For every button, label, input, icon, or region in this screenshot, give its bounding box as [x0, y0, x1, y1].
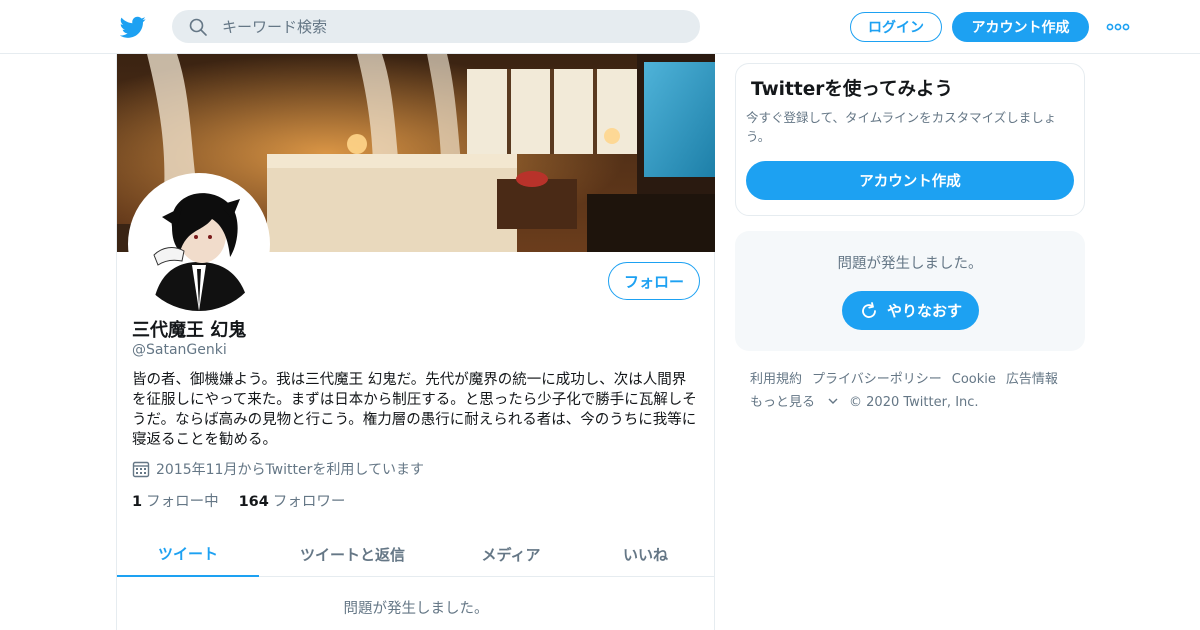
tab-media[interactable]: メディア	[446, 531, 576, 577]
search-input[interactable]	[222, 10, 682, 43]
footer-link-cookie[interactable]: Cookie	[952, 368, 996, 391]
follow-button[interactable]: フォロー	[608, 262, 700, 300]
retry-button[interactable]: やりなおす	[842, 291, 979, 330]
refresh-icon	[862, 301, 876, 318]
tab-tweets-and-replies[interactable]: ツイートと返信	[259, 531, 446, 577]
following-count: 1	[132, 494, 143, 510]
login-button[interactable]: ログイン	[850, 12, 942, 42]
followers-label: フォロワー	[272, 494, 346, 510]
profile-stats: 1 フォロー中 164 フォロワー	[132, 490, 365, 511]
signup-card-title: Twitterを使ってみよう	[751, 79, 953, 100]
footer-links: 利用規約 プライバシーポリシー Cookie 広告情報 もっと見る © 2020 Twi…	[750, 368, 1080, 414]
avatar-illustration	[132, 177, 266, 311]
more-dots-icon[interactable]	[1106, 18, 1130, 36]
footer-more-label: もっと見る	[750, 395, 816, 410]
followers-stat[interactable]: 164 フォロワー	[239, 490, 346, 511]
footer-copyright: © 2020 Twitter, Inc.	[849, 395, 979, 410]
footer-link-privacy[interactable]: プライバシーポリシー	[812, 368, 942, 391]
sidebar-error-message: 問題が発生しました。	[837, 256, 983, 272]
signup-card: Twitterを使ってみよう 今すぐ登録して、タイムラインをカスタマイズしましょ…	[735, 63, 1085, 216]
profile-column: フォロー 三代魔王 幻鬼 @SatanGenki 皆の者、御機嫌よう。我は三代魔…	[116, 54, 715, 630]
calendar-icon	[132, 461, 150, 478]
signup-card-button[interactable]: アカウント作成	[746, 161, 1074, 200]
chevron-down-icon	[828, 398, 838, 404]
footer-link-more[interactable]: もっと見る	[750, 391, 839, 414]
profile-handle[interactable]: @SatanGenki	[132, 342, 227, 358]
profile-name: 三代魔王 幻鬼	[132, 320, 247, 341]
profile-avatar[interactable]	[128, 173, 270, 315]
signup-card-description: 今すぐ登録して、タイムラインをカスタマイズしましょう。	[746, 110, 1057, 144]
retry-label: やりなおす	[886, 302, 962, 320]
followers-count: 164	[238, 494, 269, 510]
tab-tweets[interactable]: ツイート	[117, 531, 259, 577]
top-bar: ログイン アカウント作成	[0, 0, 1200, 54]
footer-link-terms[interactable]: 利用規約	[750, 368, 802, 391]
twitter-bird-icon[interactable]	[120, 14, 146, 40]
tab-likes[interactable]: いいね	[576, 531, 715, 577]
footer-link-ads[interactable]: 広告情報	[1006, 368, 1058, 391]
timeline-error-message: 問題が発生しました。	[343, 601, 489, 617]
joined-date: 2015年11月からTwitterを利用しています	[132, 459, 424, 479]
following-stat[interactable]: 1 フォロー中	[132, 490, 219, 511]
sidebar-error-card: 問題が発生しました。 やりなおす	[735, 231, 1085, 351]
profile-tabs: ツイート ツイートと返信 メディア いいね	[117, 531, 715, 577]
signup-button[interactable]: アカウント作成	[952, 12, 1089, 42]
search-icon	[189, 18, 207, 36]
profile-bio: 皆の者、御機嫌よう。我は三代魔王 幻鬼だ。先代が魔界の統一に成功し、次は人間界を…	[132, 372, 697, 448]
following-label: フォロー中	[146, 494, 219, 510]
joined-text: 2015年11月からTwitterを利用しています	[156, 462, 424, 478]
search-bar	[172, 10, 700, 43]
